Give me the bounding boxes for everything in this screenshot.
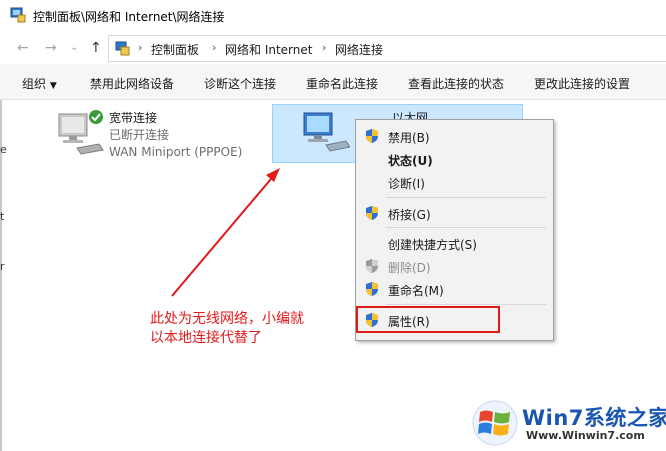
uac-shield-icon	[365, 258, 379, 277]
menu-item-rename[interactable]: 重命名(M)	[356, 278, 553, 300]
menu-item-disable[interactable]: 禁用(B)	[356, 125, 553, 147]
annotation-line: 此处为无线网络，小编就	[150, 311, 304, 327]
annotation-arrow	[171, 168, 280, 297]
annotation-line: 以本地连接代替了	[150, 330, 262, 346]
uac-shield-icon	[365, 281, 379, 300]
menu-item-label: 删除(D)	[388, 261, 431, 275]
menu-item-diagnose[interactable]: 诊断(I)	[356, 171, 553, 193]
menu-item-bridge[interactable]: 桥接(G)	[356, 202, 553, 224]
menu-separator	[386, 197, 546, 198]
menu-separator	[386, 304, 546, 305]
highlight-box	[356, 306, 500, 333]
menu-item-label: 重命名(M)	[388, 284, 444, 298]
watermark-url: Www.Winwin7.com	[526, 429, 645, 442]
menu-item-create-shortcut[interactable]: 创建快捷方式(S)	[356, 232, 553, 254]
menu-item-label: 创建快捷方式(S)	[388, 238, 477, 252]
menu-item-label: 桥接(G)	[388, 208, 431, 222]
menu-item-label: 诊断(I)	[388, 177, 425, 191]
menu-item-status[interactable]: 状态(U)	[356, 148, 553, 170]
menu-item-label: 禁用(B)	[388, 131, 430, 145]
watermark-brand: Win7系统之家	[522, 406, 666, 430]
menu-item-label: 状态(U)	[388, 154, 433, 168]
uac-shield-icon	[365, 205, 379, 224]
windows-logo-icon	[470, 400, 520, 449]
uac-shield-icon	[365, 128, 379, 147]
menu-separator	[386, 227, 546, 228]
annotation-text: 此处为无线网络，小编就 以本地连接代替了	[150, 310, 304, 348]
menu-item-delete[interactable]: 删除(D)	[356, 255, 553, 277]
